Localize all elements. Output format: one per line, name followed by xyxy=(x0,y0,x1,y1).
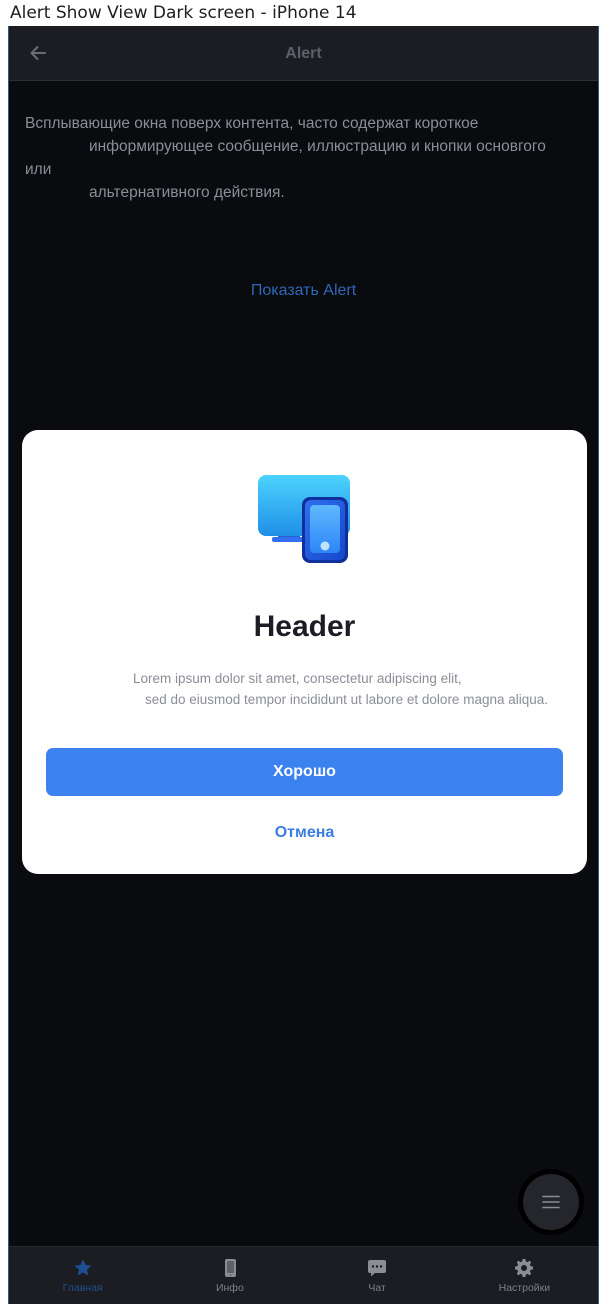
gear-icon xyxy=(515,1259,534,1277)
tab-settings[interactable]: Настройки xyxy=(451,1247,598,1304)
tab-info[interactable]: Инфо xyxy=(156,1247,303,1304)
tab-home[interactable]: Главная xyxy=(9,1247,156,1304)
tab-label: Настройки xyxy=(498,1282,551,1294)
app-bar: Alert xyxy=(9,26,598,81)
alert-message: Lorem ipsum dolor sit amet, consectetur … xyxy=(62,668,567,710)
phone-screen: Alert Всплывающие окна поверх контента, … xyxy=(8,26,599,1304)
alert-header: Header xyxy=(253,610,356,643)
menu-icon xyxy=(542,1195,560,1209)
description-line: информирующее сообщение, иллюстрацию и к… xyxy=(89,138,546,155)
description-line: альтернативного действия. xyxy=(89,184,285,201)
tab-chat[interactable]: Чат xyxy=(304,1247,451,1304)
description-text: Всплывающие окна поверх контента, часто … xyxy=(25,112,575,204)
devices-icon xyxy=(258,475,350,563)
ok-button[interactable]: Хорошо xyxy=(46,748,563,796)
alert-message-line: Lorem ipsum dolor sit amet, consectetur … xyxy=(133,671,462,686)
alert-message-line: sed do eiusmod tempor incididunt ut labo… xyxy=(145,692,549,707)
show-alert-link[interactable]: Показать Alert xyxy=(9,282,598,300)
cancel-button[interactable]: Отмена xyxy=(22,824,587,842)
star-icon xyxy=(74,1259,92,1276)
page-title: Alert xyxy=(285,45,322,62)
bottom-tab-bar: Главная Инфо Чат Настройки xyxy=(9,1246,598,1304)
description-line: или xyxy=(25,161,52,178)
menu-fab-button[interactable] xyxy=(518,1169,584,1235)
tab-label: Инфо xyxy=(215,1282,244,1294)
alert-dialog: Header Lorem ipsum dolor sit amet, conse… xyxy=(22,430,587,874)
tab-label: Чат xyxy=(368,1282,386,1294)
description-line: Всплывающие окна поверх контента, часто … xyxy=(25,115,479,132)
tab-label: Главная xyxy=(62,1282,103,1294)
chat-icon xyxy=(368,1260,387,1277)
window-title: Alert Show View Dark screen - iPhone 14 xyxy=(0,0,607,26)
phone-icon xyxy=(224,1259,236,1277)
